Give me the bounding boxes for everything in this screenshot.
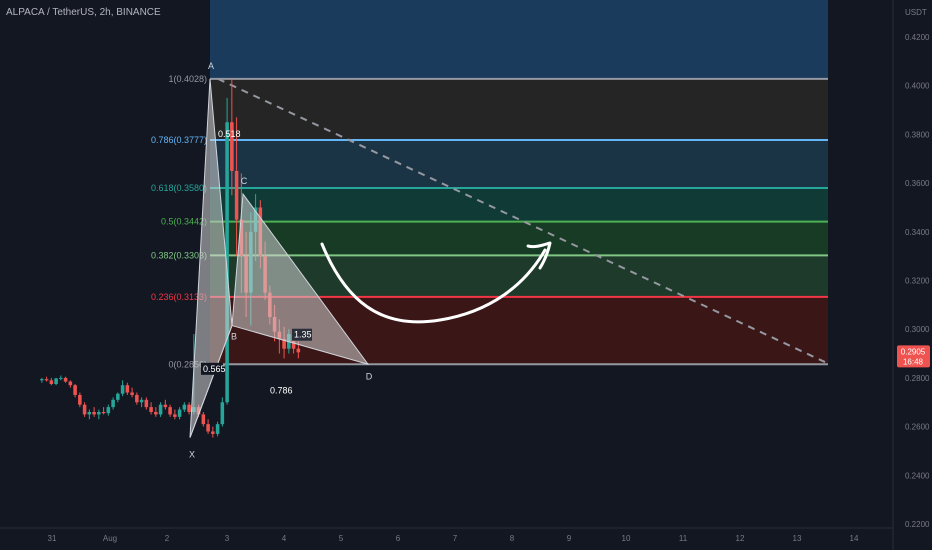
x-tick-label: 12 [736,534,745,543]
price-badge: 0.290516:48 [897,345,930,368]
x-tick-label: 2 [165,534,170,543]
ratio-bc: 0.786 [270,386,293,396]
candle-body [215,424,220,434]
candle-body [201,414,206,425]
candle-body [296,348,301,353]
y-tick-label: 0.2400 [905,471,930,480]
y-tick-label: 0.4200 [905,33,930,42]
candle-body [177,409,182,417]
candle-body [59,377,63,379]
y-tick-label: 0.2600 [905,423,930,432]
candle-body [144,399,149,408]
candle-body [49,380,54,384]
y-tick-label: 0.3200 [905,277,930,286]
x-tick-label: 13 [793,534,802,543]
candle-body [135,394,139,403]
candle-body [116,393,120,400]
candle-body [187,404,191,412]
x-tick-label: 9 [567,534,572,543]
candle-body [111,399,115,408]
candle-body [68,381,73,386]
candle-body [101,411,106,414]
pattern-point-x: X [189,450,195,460]
price-chart[interactable]: 1(0.4028) 0.786(0.3777) 0.618(0.3580) 0.5(0… [0,0,932,550]
ratio-cd: 1.35 [294,330,312,340]
fib-zone [210,0,828,79]
candle-body [154,411,158,415]
y-tick-label: 0.3600 [905,179,930,188]
x-tick-label: 11 [679,534,688,543]
ratio-xb: 0.565 [203,364,226,374]
pattern-point-a: A [208,61,214,71]
y-tick-label: 0.3800 [905,130,930,139]
candle-body [82,404,87,415]
pattern-point-d: D [366,371,373,381]
candle-body [182,404,187,410]
candle-body [173,414,177,417]
candle-body [163,404,168,408]
x-tick-label: 31 [48,534,57,543]
candle-body [78,394,82,405]
bar-countdown: 16:48 [903,357,924,366]
candle-body [220,402,225,425]
candle-body [97,411,101,415]
candle-body [92,411,96,415]
candle-body [125,385,130,393]
candle-body [168,407,172,415]
x-tick-label: 7 [453,534,458,543]
fib-label: 0.786(0.3777) [151,135,207,145]
candle-body [106,407,111,414]
candle-body [158,404,163,415]
x-tick-label: 14 [850,534,859,543]
x-tick-label: 4 [282,534,287,543]
y-tick-label: 0.2800 [905,374,930,383]
candle-body [63,377,68,382]
price-axis: USDT 0.4200 0.4000 0.3800 0.3600 0.3400 0.3200… [905,8,930,529]
last-price: 0.2905 [901,347,926,356]
fib-label: 1(0.4028) [168,74,207,84]
fib-label: 0.382(0.3303) [151,250,207,260]
fib-zone [210,221,828,256]
axis-unit: USDT [905,8,927,17]
candle-body [211,431,215,434]
y-tick-label: 0.4000 [905,82,930,91]
y-tick-label: 0.3400 [905,228,930,237]
x-tick-label: 5 [339,534,344,543]
candle-body [87,411,92,415]
x-tick-label: 6 [396,534,401,543]
candle-body [130,392,134,395]
y-tick-label: 0.2200 [905,520,930,529]
ratio-ab: 0.518 [218,129,241,139]
fib-zone [210,187,828,222]
candle-body [139,399,144,403]
candle-body [44,379,49,381]
candle-body [149,407,153,412]
candle-body [40,379,44,381]
x-tick-label: 10 [622,534,631,543]
candle-body [120,385,125,394]
fib-zone [210,140,828,188]
pattern-point-c: C [241,176,248,186]
fib-label: 0.618(0.3580) [151,183,207,193]
pattern-point-b: B [231,332,237,342]
x-tick-label: 3 [225,534,230,543]
candle-body [54,378,58,384]
candle-body [206,424,210,432]
fib-zone [210,78,828,141]
y-tick-label: 0.3000 [905,325,930,334]
candle-body [234,170,239,220]
x-tick-label: 8 [510,534,515,543]
fib-label: 0.5(0.3442) [161,217,207,227]
x-tick-label: Aug [103,534,117,543]
candle-body [73,385,77,395]
